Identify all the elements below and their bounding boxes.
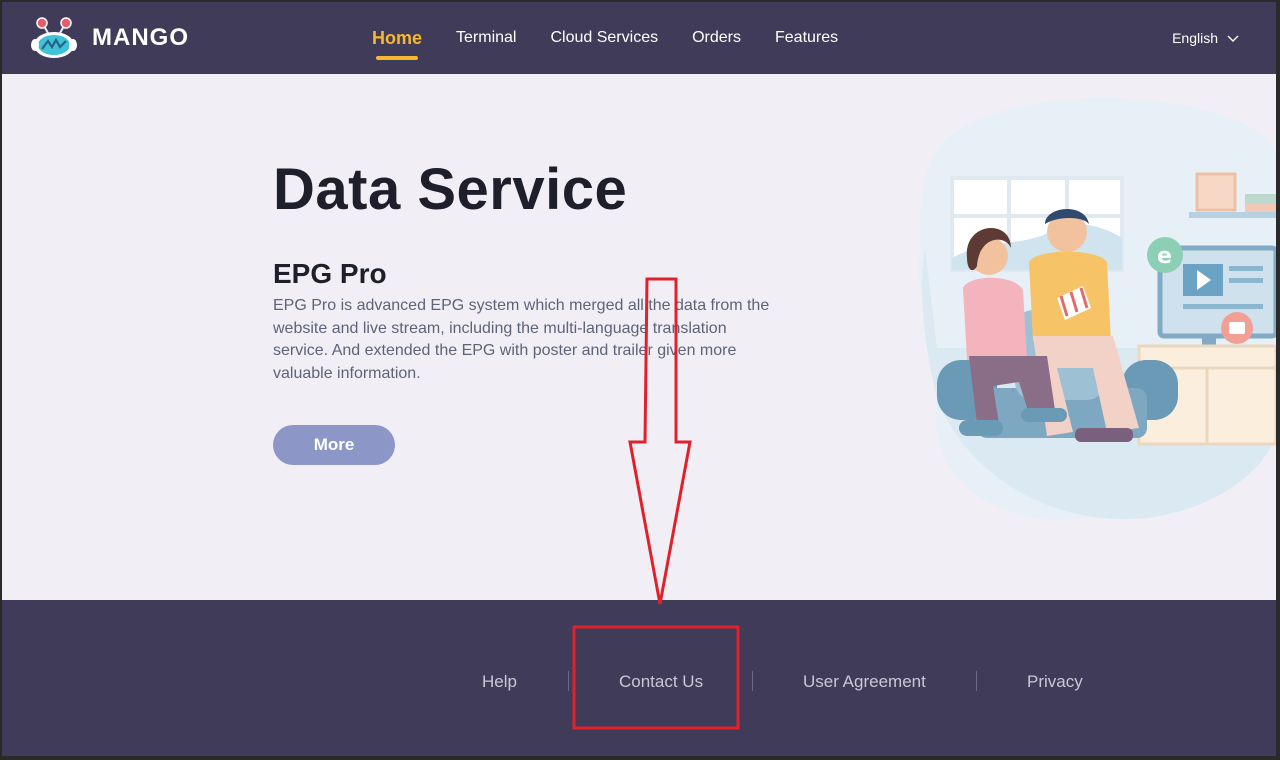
footer-user-agreement-link[interactable]: User Agreement — [803, 672, 926, 692]
section-description: EPG Pro is advanced EPG system which mer… — [273, 297, 770, 382]
screen-frame: MANGO Home Terminal Cloud Services Order… — [0, 0, 1280, 760]
app-window: MANGO Home Terminal Cloud Services Order… — [2, 2, 1276, 756]
brand-logo[interactable]: MANGO — [30, 16, 189, 60]
footer-divider — [976, 671, 977, 691]
nav-features[interactable]: Features — [775, 2, 838, 74]
nav-terminal[interactable]: Terminal — [456, 2, 516, 74]
chevron-down-icon — [1227, 35, 1239, 42]
svg-text:e: e — [1157, 244, 1172, 269]
main-nav: Home Terminal Cloud Services Orders Feat… — [372, 2, 872, 74]
brand-name: MANGO — [92, 24, 189, 51]
footer-contact-us-link[interactable]: Contact Us — [619, 672, 703, 692]
footer-divider — [568, 671, 569, 691]
mango-logo-icon — [31, 17, 77, 58]
hero-illustration: e — [918, 98, 1276, 520]
nav-orders[interactable]: Orders — [692, 2, 741, 74]
more-button[interactable]: More — [273, 425, 395, 465]
page-title: Data Service — [273, 157, 628, 222]
nav-home[interactable]: Home — [372, 2, 422, 74]
nav-cloud-services[interactable]: Cloud Services — [550, 2, 658, 74]
hero-section: Data Service EPG Pro EPG Pro is advanced… — [2, 74, 1276, 600]
footer-divider — [752, 671, 753, 691]
page-footer: Help Contact Us User Agreement Privacy — [2, 600, 1276, 756]
footer-privacy-link[interactable]: Privacy — [1027, 672, 1083, 692]
footer-help-link[interactable]: Help — [482, 672, 517, 692]
language-label: English — [1172, 30, 1218, 46]
section-subtitle: EPG Pro — [273, 258, 387, 289]
language-selector[interactable]: English — [1172, 2, 1240, 74]
top-navbar: MANGO Home Terminal Cloud Services Order… — [2, 2, 1276, 74]
